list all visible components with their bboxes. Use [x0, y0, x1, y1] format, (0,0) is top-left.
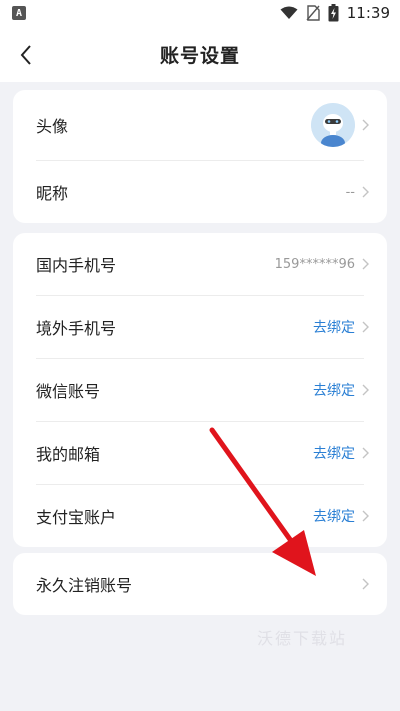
chevron-right-icon	[361, 258, 369, 270]
status-left: A	[12, 6, 26, 20]
chevron-right-icon	[361, 384, 369, 396]
row-label: 支付宝账户	[36, 508, 117, 527]
chevron-right-icon	[361, 119, 369, 131]
row-right: 去绑定	[313, 296, 369, 358]
bindings-card: 国内手机号 159******96 境外手机号 去绑定 微信账号 去绑定 我的邮…	[13, 233, 387, 547]
bind-link[interactable]: 去绑定	[313, 380, 355, 400]
chevron-right-icon	[361, 578, 369, 590]
nickname-label: 昵称	[36, 184, 69, 203]
overseas-phone-row[interactable]: 境外手机号 去绑定	[36, 296, 369, 359]
nickname-row-right: --	[346, 161, 369, 223]
delete-account-label: 永久注销账号	[36, 576, 133, 595]
chevron-right-icon	[361, 186, 369, 198]
row-right: 159******96	[275, 233, 369, 295]
no-sim-icon	[306, 5, 320, 21]
clock: 11:39	[346, 4, 390, 22]
notification-a-icon: A	[12, 6, 26, 20]
row-right: 去绑定	[313, 359, 369, 421]
bind-link[interactable]: 去绑定	[313, 317, 355, 337]
row-right: 去绑定	[313, 422, 369, 484]
row-label: 我的邮箱	[36, 445, 101, 464]
avatar-row-right	[311, 90, 369, 160]
avatar-label: 头像	[36, 117, 69, 136]
chevron-right-icon	[361, 321, 369, 333]
alipay-row[interactable]: 支付宝账户 去绑定	[36, 485, 369, 547]
nickname-row[interactable]: 昵称 --	[36, 161, 369, 223]
bind-link[interactable]: 去绑定	[313, 506, 355, 526]
delete-account-row[interactable]: 永久注销账号	[36, 553, 369, 615]
danger-card: 永久注销账号	[13, 553, 387, 615]
watermark: 沃德下载站	[257, 629, 348, 648]
chevron-right-icon	[361, 510, 369, 522]
wifi-icon	[280, 6, 298, 19]
nickname-value: --	[345, 184, 355, 200]
status-right: 11:39	[280, 4, 390, 22]
battery-icon	[328, 4, 339, 22]
row-right: 去绑定	[313, 485, 369, 547]
wechat-row[interactable]: 微信账号 去绑定	[36, 359, 369, 422]
row-label: 国内手机号	[36, 256, 117, 275]
page-title: 账号设置	[159, 45, 240, 67]
domestic-phone-row[interactable]: 国内手机号 159******96	[36, 233, 369, 296]
bind-link[interactable]: 去绑定	[313, 443, 355, 463]
profile-card: 头像 昵称 --	[13, 90, 387, 223]
row-label: 境外手机号	[36, 319, 117, 338]
status-bar: A 11:39	[0, 0, 400, 27]
avatar-row[interactable]: 头像	[36, 90, 369, 161]
row-label: 微信账号	[36, 382, 101, 401]
chevron-right-icon	[361, 447, 369, 459]
row-right	[361, 553, 369, 615]
robot-avatar-icon	[311, 103, 355, 147]
nav-bar: 账号设置	[0, 27, 400, 82]
email-row[interactable]: 我的邮箱 去绑定	[36, 422, 369, 485]
avatar[interactable]	[311, 103, 355, 147]
phone-value: 159******96	[274, 256, 355, 272]
